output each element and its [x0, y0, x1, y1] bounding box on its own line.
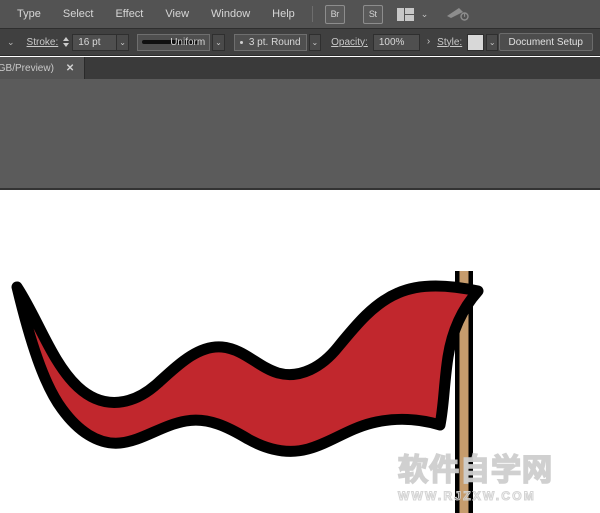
stroke-label[interactable]: Stroke:: [27, 37, 59, 48]
stroke-weight-stepper[interactable]: [63, 37, 69, 47]
stock-icon[interactable]: St: [363, 5, 383, 24]
style-label[interactable]: Style:: [437, 37, 462, 48]
menu-divider: [312, 6, 313, 22]
banner-shape[interactable]: [17, 286, 478, 451]
style-swatch[interactable]: [467, 34, 484, 51]
brush-definition-display[interactable]: 3 pt. Round: [234, 34, 307, 51]
document-tab-title: 0% (RGB/Preview): [0, 63, 54, 74]
menu-item-help[interactable]: Help: [261, 0, 306, 28]
width-profile-dropdown-chevron-icon[interactable]: ⌄: [212, 34, 225, 51]
menu-item-view[interactable]: View: [154, 0, 200, 28]
workspace-icon-right-panes: [405, 8, 414, 21]
workspace-icon-left-pane: [397, 8, 404, 21]
menu-bar: Type Select Effect View Window Help Br S…: [0, 0, 600, 28]
document-tab-bar: 0% (RGB/Preview) ✕: [0, 57, 600, 80]
width-profile-label: Uniform: [170, 37, 205, 48]
workspace-chevron-down-icon[interactable]: ⌄: [421, 10, 429, 19]
workspace-layout-icon[interactable]: [397, 8, 414, 21]
stroke-weight-increase-icon[interactable]: [63, 37, 69, 41]
style-dropdown-chevron-icon[interactable]: ⌄: [486, 34, 499, 51]
close-icon[interactable]: ✕: [66, 63, 74, 74]
brush-dot-icon: [240, 41, 243, 44]
stroke-weight-dropdown-chevron-icon[interactable]: ⌄: [117, 34, 129, 51]
red-flag-artwork[interactable]: [0, 191, 600, 513]
control-bar: ⌄ Stroke: 16 pt ⌄ Uniform ⌄ 3 pt. Round …: [0, 28, 600, 56]
stroke-weight-decrease-icon[interactable]: [63, 43, 69, 47]
brush-definition-label: 3 pt. Round: [249, 37, 301, 48]
bridge-icon[interactable]: Br: [325, 5, 345, 24]
opacity-label[interactable]: Opacity:: [331, 37, 368, 48]
canvas-gray-area[interactable]: [0, 79, 600, 190]
document-tab[interactable]: 0% (RGB/Preview) ✕: [0, 57, 85, 79]
menu-item-select[interactable]: Select: [52, 0, 105, 28]
width-profile-display[interactable]: Uniform: [137, 34, 210, 51]
opacity-input[interactable]: 100%: [373, 34, 420, 51]
brush-definition-dropdown-chevron-icon[interactable]: ⌄: [309, 34, 322, 51]
control-bar-overflow-chevron-icon[interactable]: ⌄: [2, 38, 20, 47]
artboard[interactable]: [0, 191, 600, 513]
menu-item-type[interactable]: Type: [6, 0, 52, 28]
opacity-options-arrow-icon[interactable]: ›: [420, 37, 437, 47]
stroke-weight-input[interactable]: 16 pt: [72, 34, 117, 51]
menu-item-window[interactable]: Window: [200, 0, 261, 28]
menu-item-effect[interactable]: Effect: [104, 0, 154, 28]
document-setup-button[interactable]: Document Setup: [499, 33, 594, 51]
banner-group[interactable]: [17, 286, 478, 451]
creative-cloud-sync-icon[interactable]: [446, 5, 470, 23]
